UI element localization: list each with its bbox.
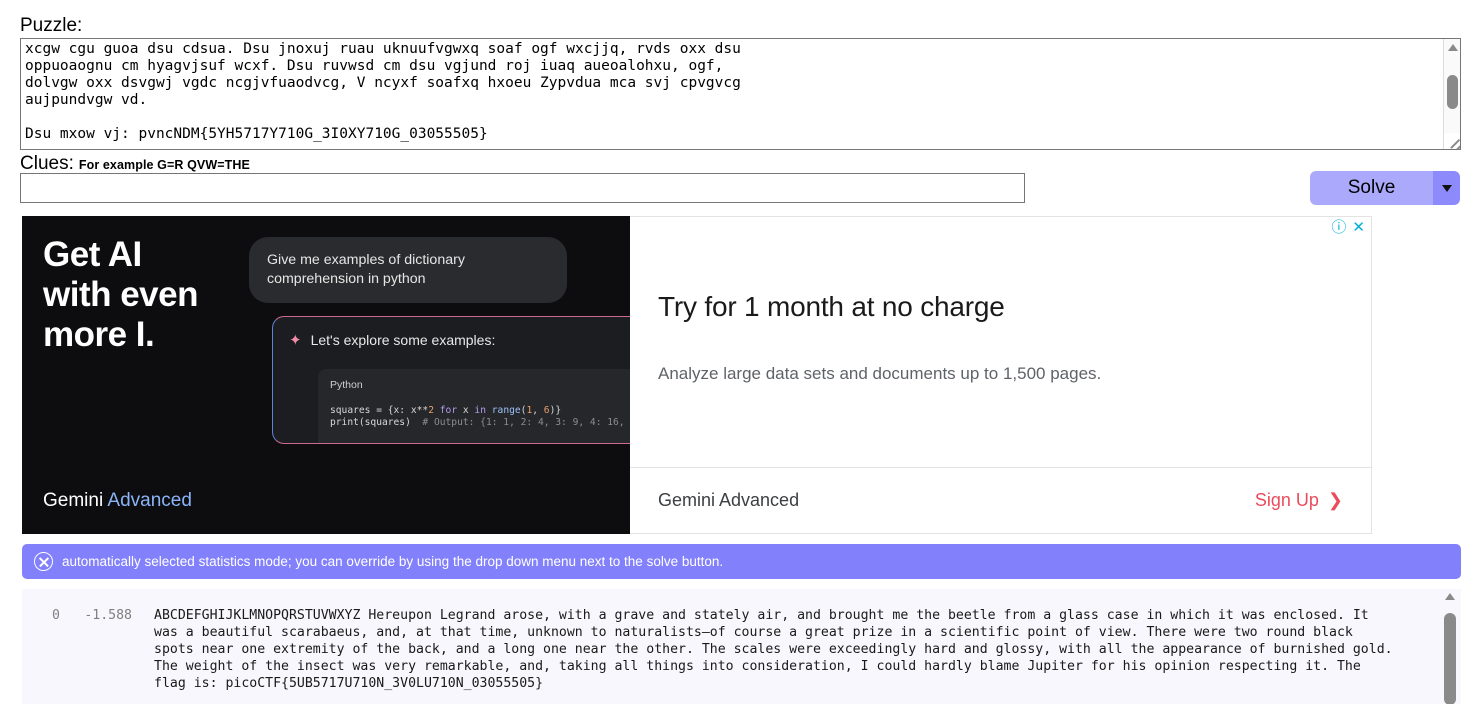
code-l1c: x (457, 405, 475, 416)
code-l1fn: range (491, 405, 521, 416)
results-scroll-thumb[interactable] (1444, 613, 1456, 704)
puzzle-textarea[interactable]: xcgw cgu guoa dsu cdsua. Dsu jnoxuj ruau… (20, 38, 1461, 150)
chevron-right-icon: ❯ (1327, 490, 1343, 510)
clues-header: Clues: For example G=R QVW=THE (20, 153, 250, 175)
code-l1kw2: in (474, 405, 486, 416)
circle-x-icon (34, 552, 53, 571)
code-l1f: , (532, 405, 544, 416)
results-scrollbar[interactable] (1443, 593, 1459, 704)
code-l1g: )} (549, 405, 562, 416)
ad-response-heading-row: ✦ Let's explore some examples: (273, 317, 630, 349)
chevron-down-icon (1441, 184, 1452, 192)
ad-copy-panel[interactable]: ⓘ ✕ Try for 1 month at no charge Analyze… (630, 216, 1372, 534)
status-banner-message: automatically selected statistics mode; … (62, 554, 724, 569)
ad-brand-logo: Gemini Advanced (43, 490, 192, 512)
ad-response-card: ✦ Let's explore some examples: Python sq… (272, 316, 630, 444)
ad-controls[interactable]: ⓘ ✕ (1331, 220, 1365, 235)
ad-footer-brand: Gemini Advanced (658, 490, 800, 510)
puzzle-label: Puzzle: (20, 15, 83, 36)
ad-prompt-bubble: Give me examples of dictionary comprehen… (249, 237, 567, 303)
clues-input[interactable] (20, 173, 1025, 203)
ad-code-lines: squares = {x: x**2 for x in range(1, 6)}… (330, 405, 630, 429)
ad-headline: Get AI with even more I. (43, 235, 198, 354)
code-l1kw: for (439, 405, 458, 416)
advertisement[interactable]: Get AI with even more I. Give me example… (22, 216, 1372, 534)
code-l1a: squares = {x: x** (330, 405, 429, 416)
info-icon[interactable]: ⓘ (1331, 220, 1346, 235)
clues-label: Clues: (20, 153, 74, 174)
results-panel[interactable]: 0 -1.588 ABCDEFGHIJKLMNOPQRSTUVWXYZ Here… (22, 589, 1461, 704)
ad-signup-label: Sign Up (1254, 490, 1319, 510)
ad-title: Try for 1 month at no charge (658, 291, 1005, 322)
results-scroll-up-icon[interactable] (1445, 593, 1455, 600)
table-row: 0 -1.588 ABCDEFGHIJKLMNOPQRSTUVWXYZ Here… (22, 589, 1461, 692)
code-l2: print(squares) (330, 417, 411, 428)
solve-button[interactable]: Solve (1310, 171, 1433, 205)
sparkle-icon: ✦ (289, 332, 302, 349)
result-text: ABCDEFGHIJKLMNOPQRSTUVWXYZ Hereupon Legr… (154, 608, 1401, 691)
puzzle-text[interactable]: xcgw cgu guoa dsu cdsua. Dsu jnoxuj ruau… (25, 41, 1423, 149)
ad-footer: Gemini Advanced Sign Up ❯ (630, 467, 1371, 533)
ad-creative-panel[interactable]: Get AI with even more I. Give me example… (22, 216, 630, 534)
ad-code-language: Python (330, 379, 363, 391)
page-root: Puzzle: xcgw cgu guoa dsu cdsua. Dsu jno… (0, 0, 1481, 704)
solve-dropdown-button[interactable] (1433, 171, 1460, 205)
status-banner: automatically selected statistics mode; … (22, 544, 1461, 579)
ad-subtitle: Analyze large data sets and documents up… (658, 364, 1102, 383)
ad-code-box: Python squares = {x: x**2 for x in range… (318, 369, 630, 443)
resize-handle-icon[interactable] (1444, 133, 1460, 149)
ad-brand-tier: Advanced (107, 490, 192, 511)
close-icon[interactable]: ✕ (1352, 220, 1365, 235)
result-index: 0 (52, 608, 60, 623)
ad-brand-name: Gemini (43, 490, 104, 511)
scroll-thumb[interactable] (1447, 75, 1458, 109)
clues-hint: For example G=R QVW=THE (78, 158, 250, 172)
ad-response-heading: Let's explore some examples: (310, 332, 496, 348)
code-l2cm: # Output: {1: 1, 2: 4, 3: 9, 4: 16, 5: (410, 417, 630, 428)
scroll-up-icon[interactable] (1444, 39, 1461, 56)
solve-button-group[interactable]: Solve (1310, 171, 1460, 205)
result-score: -1.588 (84, 608, 132, 623)
ad-signup-link[interactable]: Sign Up ❯ (1255, 490, 1343, 511)
